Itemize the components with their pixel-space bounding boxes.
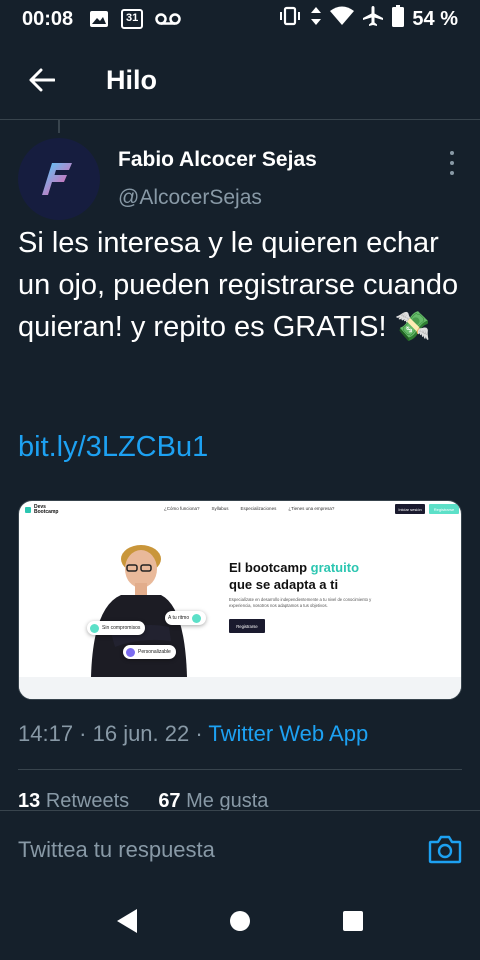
card-menu-item: Syllabus <box>211 506 229 511</box>
headline-line2: que se adapta a ti <box>229 577 339 592</box>
card-menu-item: Especializaciones <box>240 506 277 511</box>
gallery-icon <box>89 10 109 28</box>
card-logo-line2: Bootcamp <box>34 509 59 515</box>
pill-label: Sin compromisos <box>102 625 141 631</box>
square-recents-icon <box>343 911 364 931</box>
card-menu-item: ¿Cómo funciona? <box>164 506 200 511</box>
card-headline: El bootcamp gratuito que se adapta a ti <box>229 559 359 593</box>
voicemail-icon <box>155 12 181 26</box>
vibrate-icon <box>278 6 302 32</box>
card-login-button: Iniciar sesión <box>395 504 425 514</box>
page-title: Hilo <box>106 64 157 95</box>
headline-prefix: El bootcamp <box>229 560 311 575</box>
reply-bar: Twittea tu respuesta <box>0 810 480 882</box>
pill-customizable: Personalizable <box>123 645 176 659</box>
pill-label: Personalizable <box>138 649 171 655</box>
pill-no-commitment: Sin compromisos <box>87 621 146 635</box>
status-bar: 00:08 31 54 % <box>0 0 480 38</box>
card-menu: ¿Cómo funciona? Syllabus Especializacion… <box>164 506 334 511</box>
dot <box>450 161 454 165</box>
battery-icon <box>392 5 405 33</box>
nav-recents-button[interactable] <box>331 899 375 943</box>
card-footer <box>19 677 461 699</box>
pill-own-pace: A tu ritmo <box>165 611 207 625</box>
card-logo-mark <box>25 507 31 513</box>
card-subtext: Especialízate en desarrollo independient… <box>229 597 372 608</box>
card-signup-button: Registrarse <box>429 504 459 514</box>
likes-count[interactable]: 67 <box>158 790 180 812</box>
likes-label[interactable]: Me gusta <box>186 790 268 812</box>
reply-input[interactable]: Twittea tu respuesta <box>18 837 215 863</box>
triangle-back-icon <box>116 909 137 933</box>
data-transfer-icon <box>310 6 322 32</box>
tweet-timestamp: 14:17 · 16 jun. 22 · <box>18 721 209 746</box>
brand-logo-icon <box>42 163 72 195</box>
airplane-icon <box>362 5 384 33</box>
tweet-link[interactable]: bit.ly/3LZCBu1 <box>18 431 208 464</box>
tweet-text: Si les interesa y le quieren echar un oj… <box>18 227 459 343</box>
author-name[interactable]: Fabio Alcocer Sejas <box>118 148 317 172</box>
card-cta-button: Registrarse <box>229 619 265 633</box>
card-logo: Devs Bootcamp <box>25 505 58 515</box>
pill-label: A tu ritmo <box>168 615 190 621</box>
thread-connector <box>58 119 60 133</box>
avatar[interactable] <box>18 138 100 220</box>
wifi-icon <box>330 6 355 32</box>
circle-home-icon <box>229 911 250 931</box>
status-time: 00:08 <box>22 7 74 30</box>
check-icon <box>90 623 99 633</box>
dot <box>450 151 454 155</box>
retweets-count[interactable]: 13 <box>18 790 40 812</box>
nav-home-button[interactable] <box>218 899 262 943</box>
header-divider <box>0 119 480 120</box>
calendar-day: 31 <box>121 9 144 29</box>
headline-accent: gratuito <box>310 560 360 575</box>
tweet-source[interactable]: Twitter Web App <box>208 721 368 746</box>
app-bar: Hilo <box>0 42 480 118</box>
nav-back-button[interactable] <box>105 899 149 943</box>
back-button[interactable] <box>20 58 64 102</box>
card-menu-item: ¿Tienes una empresa? <box>288 506 335 511</box>
camera-icon[interactable] <box>428 833 462 865</box>
meta-divider <box>18 769 462 770</box>
dot <box>450 171 454 175</box>
tweet-meta: 14:17 · 16 jun. 22 · Twitter Web App <box>18 721 368 747</box>
retweets-label[interactable]: Retweets <box>46 790 129 812</box>
more-options-button[interactable] <box>440 148 464 178</box>
back-arrow-icon <box>29 68 55 92</box>
clock-icon <box>192 613 202 623</box>
link-preview-card[interactable]: Devs Bootcamp ¿Cómo funciona? Syllabus E… <box>18 500 462 700</box>
system-nav-bar <box>0 882 480 960</box>
author-handle[interactable]: @AlcocerSejas <box>118 186 262 210</box>
battery-level: 54 % <box>412 7 458 30</box>
customize-icon <box>126 647 135 657</box>
calendar-icon: 31 <box>121 9 144 29</box>
